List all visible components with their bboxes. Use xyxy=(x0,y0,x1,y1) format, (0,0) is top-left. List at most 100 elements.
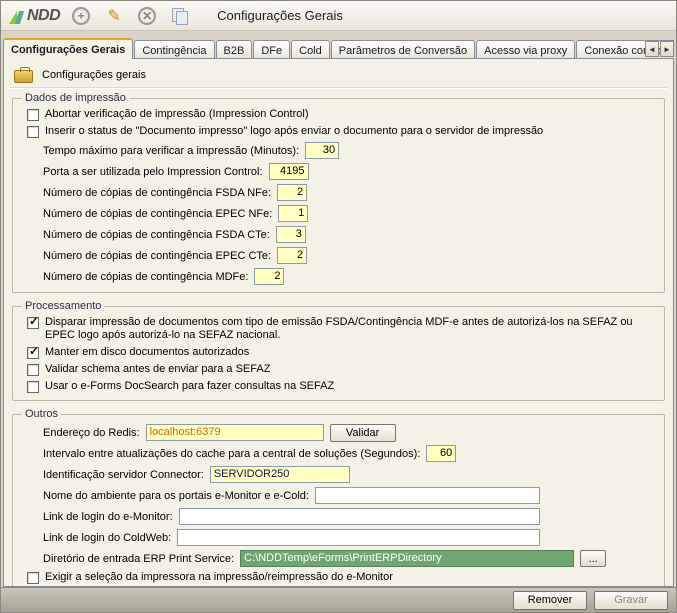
field-row: Link de login do e-Monitor: xyxy=(19,506,658,527)
ndd-logo-text: NDD xyxy=(27,7,60,25)
field-row: Número de cópias de contingência MDFe: 2 xyxy=(19,266,658,287)
field-row: Número de cópias de contingência FSDA CT… xyxy=(19,224,658,245)
gravar-button[interactable]: Gravar xyxy=(594,591,668,610)
checkbox-row: Disparar impressão de documentos com tip… xyxy=(19,314,658,344)
copias-mdfe-input[interactable]: 2 xyxy=(254,268,284,285)
abortar-verificacao-checkbox[interactable] xyxy=(27,109,39,121)
field-row: Tempo máximo para verificar a impressão … xyxy=(19,140,658,161)
cache-interval-input[interactable]: 60 xyxy=(426,445,456,462)
field-row: Diretório de entrada ERP Print Service: … xyxy=(19,548,658,569)
tempo-maximo-input[interactable]: 30 xyxy=(305,142,339,159)
delete-button[interactable]: ✕ xyxy=(135,4,159,28)
field-label: Número de cópias de contingência FSDA NF… xyxy=(43,187,271,199)
checkbox-label: Usar o e-Forms DocSearch para fazer cons… xyxy=(45,380,334,393)
toolbar: NDD + ✎ ✕ Configurações Gerais xyxy=(1,1,676,31)
checkbox-row: Manter em disco documentos autorizados xyxy=(19,344,658,361)
checkbox-label: Inserir o status de "Documento impresso"… xyxy=(45,125,543,138)
exigir-impressora-checkbox[interactable] xyxy=(27,572,39,584)
field-row: Número de cópias de contingência EPEC CT… xyxy=(19,245,658,266)
tab-cold[interactable]: Cold xyxy=(291,40,330,59)
connector-id-input[interactable]: SERVIDOR250 xyxy=(210,466,350,483)
main-panel: Configurações gerais Dados de impressão … xyxy=(3,58,674,587)
field-label: Link de login do ColdWeb: xyxy=(43,532,171,544)
field-label: Diretório de entrada ERP Print Service: xyxy=(43,553,234,565)
add-button[interactable]: + xyxy=(69,4,93,28)
ambiente-input[interactable] xyxy=(315,487,540,504)
field-label: Intervalo entre atualizações do cache pa… xyxy=(43,448,420,460)
page-title: Configurações gerais xyxy=(42,69,146,81)
checkbox-label: Manter em disco documentos autorizados xyxy=(45,346,249,359)
delete-icon: ✕ xyxy=(138,7,156,25)
page-header: Configurações gerais xyxy=(10,62,667,88)
copias-epec-cte-input[interactable]: 2 xyxy=(277,247,307,264)
field-label: Número de cópias de contingência EPEC NF… xyxy=(43,208,272,220)
tab-acesso-proxy[interactable]: Acesso via proxy xyxy=(476,40,575,59)
tab-scroll-controls: ◄ ► xyxy=(645,41,674,57)
group-outros: Outros Endereço do Redis: localhost:6379… xyxy=(12,408,665,587)
erp-dir-input[interactable]: C:\NDDTemp\eForms\PrintERPDirectory xyxy=(240,550,574,567)
manter-disco-checkbox[interactable] xyxy=(27,347,39,359)
checkbox-row: Validar schema antes de enviar para a SE… xyxy=(19,361,658,378)
field-label: Identificação servidor Connector: xyxy=(43,469,204,481)
browse-button[interactable]: ... xyxy=(580,550,606,567)
pencil-icon: ✎ xyxy=(107,6,120,26)
field-label: Nome do ambiente para os portais e-Monit… xyxy=(43,490,309,502)
remover-button[interactable]: Remover xyxy=(513,591,587,610)
tab-b2b[interactable]: B2B xyxy=(216,40,253,59)
inserir-status-checkbox[interactable] xyxy=(27,126,39,138)
tab-configuracoes-gerais[interactable]: Configurações Gerais xyxy=(3,38,133,59)
field-row: Número de cópias de contingência FSDA NF… xyxy=(19,182,658,203)
checkbox-row: Usar o e-Forms DocSearch para fazer cons… xyxy=(19,378,658,395)
checkbox-label: Abortar verificação de impressão (Impres… xyxy=(45,108,309,121)
ndd-logo-icon xyxy=(9,9,25,25)
disparar-impressao-checkbox[interactable] xyxy=(27,317,39,329)
checkbox-row: Exigir a seleção da impressora na impres… xyxy=(19,569,658,586)
group-dados-impressao: Dados de impressão Abortar verificação d… xyxy=(12,92,665,293)
copias-fsda-cte-input[interactable]: 3 xyxy=(276,226,306,243)
field-label: Tempo máximo para verificar a impressão … xyxy=(43,145,299,157)
tab-parametros-conversao[interactable]: Parâmetros de Conversão xyxy=(331,40,475,59)
tab-contingencia[interactable]: Contingência xyxy=(134,40,214,59)
app-window: NDD + ✎ ✕ Configurações Gerais Configura… xyxy=(0,0,677,613)
copias-fsda-nfe-input[interactable]: 2 xyxy=(277,184,307,201)
tab-scroll-left-button[interactable]: ◄ xyxy=(645,41,659,57)
validar-button[interactable]: Validar xyxy=(330,424,396,442)
field-label: Porta a ser utilizada pelo Impression Co… xyxy=(43,166,263,178)
checkbox-label: Validar schema antes de enviar para a SE… xyxy=(45,363,270,376)
print-icon xyxy=(172,8,188,24)
tab-dfe[interactable]: DFe xyxy=(253,40,290,59)
field-row: Intervalo entre atualizações do cache pa… xyxy=(19,443,658,464)
field-label: Número de cópias de contingência FSDA CT… xyxy=(43,229,270,241)
field-label: Link de login do e-Monitor: xyxy=(43,511,173,523)
checkbox-label: Disparar impressão de documentos com tip… xyxy=(45,316,656,342)
field-row: Link de login do ColdWeb: xyxy=(19,527,658,548)
field-label: Endereço do Redis: xyxy=(43,427,140,439)
tab-scroll-right-button[interactable]: ► xyxy=(660,41,674,57)
login-emonitor-input[interactable] xyxy=(179,508,540,525)
tab-strip: Configurações Gerais Contingência B2B DF… xyxy=(3,38,674,59)
validar-schema-checkbox[interactable] xyxy=(27,364,39,376)
field-row: Endereço do Redis: localhost:6379 Valida… xyxy=(19,422,658,443)
footer-bar: Remover Gravar xyxy=(1,587,676,612)
settings-icon xyxy=(14,70,33,83)
porta-impression-control-input[interactable]: 4195 xyxy=(269,163,309,180)
group-dados-impressao-legend: Dados de impressão xyxy=(22,92,129,104)
copias-epec-nfe-input[interactable]: 1 xyxy=(278,205,308,222)
checkbox-row: Abortar verificação de impressão (Impres… xyxy=(19,106,658,123)
group-processamento-legend: Processamento xyxy=(22,300,104,312)
redis-input[interactable]: localhost:6379 xyxy=(146,424,324,441)
group-processamento: Processamento Disparar impressão de docu… xyxy=(12,300,665,401)
field-row: Nome do ambiente para os portais e-Monit… xyxy=(19,485,658,506)
login-coldweb-input[interactable] xyxy=(177,529,540,546)
checkbox-row: Inserir o status de "Documento impresso"… xyxy=(19,123,658,140)
edit-button[interactable]: ✎ xyxy=(102,4,126,28)
field-label: Número de cópias de contingência EPEC CT… xyxy=(43,250,271,262)
docsearch-checkbox[interactable] xyxy=(27,381,39,393)
group-outros-legend: Outros xyxy=(22,408,61,420)
field-row: Número de cópias de contingência EPEC NF… xyxy=(19,203,658,224)
print-button[interactable] xyxy=(168,4,192,28)
field-row: Porta a ser utilizada pelo Impression Co… xyxy=(19,161,658,182)
checkbox-label: Exigir a seleção da impressora na impres… xyxy=(45,571,393,584)
ndd-logo: NDD xyxy=(9,7,60,25)
window-title: Configurações Gerais xyxy=(217,8,343,23)
